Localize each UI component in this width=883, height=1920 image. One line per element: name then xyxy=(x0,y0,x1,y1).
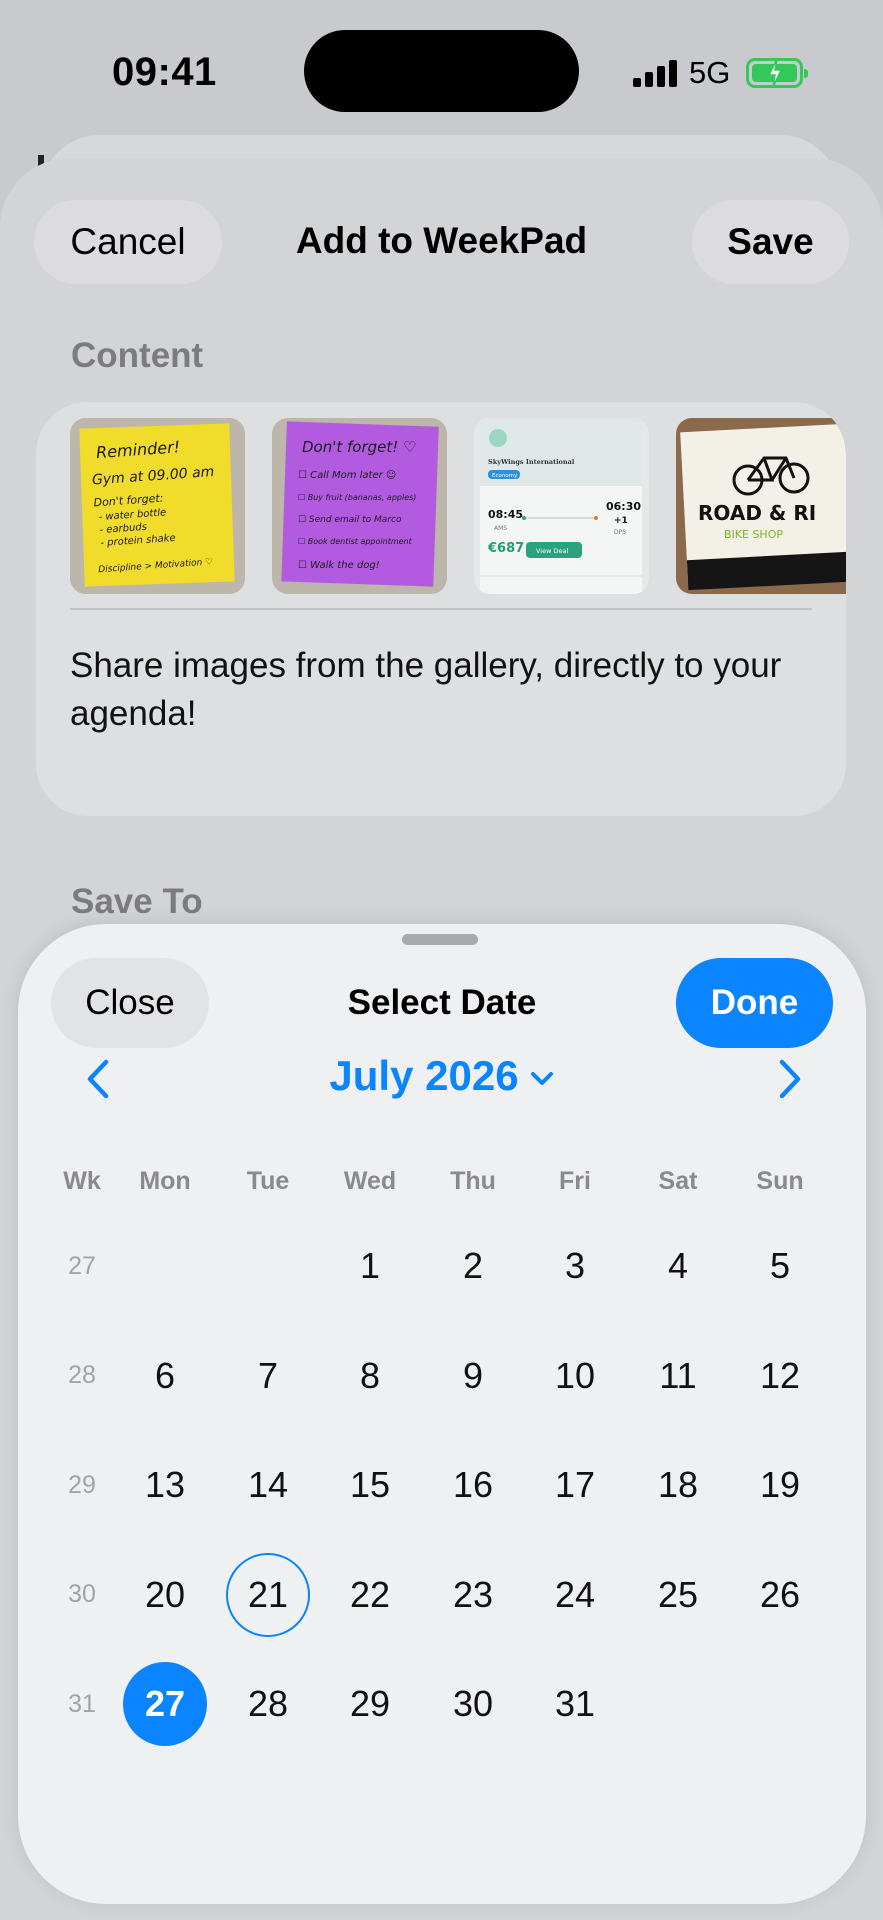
day-cell[interactable]: 11 xyxy=(636,1334,720,1418)
day-cell[interactable]: 4 xyxy=(636,1224,720,1308)
weekday-label: Sat xyxy=(658,1167,698,1195)
done-button[interactable]: Done xyxy=(676,958,833,1048)
status-bar: 09:41 5G xyxy=(0,0,883,140)
day-cell[interactable]: 31 xyxy=(533,1662,617,1746)
day-cell[interactable]: 17 xyxy=(533,1443,617,1527)
arrival-code: DPS xyxy=(614,529,626,536)
day-cell[interactable]: 28 xyxy=(226,1662,310,1746)
weekday-label: Mon xyxy=(139,1167,191,1195)
weekday-label: Sun xyxy=(756,1167,804,1195)
week-number: 31 xyxy=(68,1689,96,1718)
sheet-grabber[interactable] xyxy=(402,934,478,945)
week-number: 28 xyxy=(68,1361,96,1389)
day-cell[interactable]: 3 xyxy=(533,1224,617,1308)
thumbnail-yellow-note[interactable]: Reminder! Gym at 09.00 am Don't forget: … xyxy=(70,418,245,594)
save-button[interactable]: Save xyxy=(692,200,849,284)
view-deal-button: View Deal xyxy=(536,547,568,555)
day-cell[interactable]: 29 xyxy=(328,1662,412,1746)
note-line: ☐ Send email to Marco xyxy=(298,515,402,525)
day-cell[interactable]: 26 xyxy=(738,1553,822,1637)
fare-class: Economy xyxy=(492,473,518,479)
ticket-price: €687 xyxy=(487,541,524,556)
day-cell[interactable]: 14 xyxy=(226,1443,310,1527)
day-cell[interactable]: 19 xyxy=(738,1443,822,1527)
week-number: 29 xyxy=(68,1470,96,1499)
day-cell[interactable]: 13 xyxy=(123,1443,207,1527)
note-line: ☐ Book dentist appointment xyxy=(298,537,413,546)
month-selector[interactable]: July 2026 xyxy=(18,1052,866,1100)
thumbnail-purple-note[interactable]: Don't forget! ♡ ☐ Call Mom later ☺ ☐ Buy… xyxy=(272,418,447,594)
month-label[interactable]: July 2026 xyxy=(329,1052,518,1100)
content-divider xyxy=(70,608,812,610)
note-line: ☐ Walk the dog! xyxy=(298,560,380,571)
content-card: Reminder! Gym at 09.00 am Don't forget: … xyxy=(36,402,846,816)
day-cell[interactable]: 1 xyxy=(328,1224,412,1308)
day-cell[interactable]: 15 xyxy=(328,1443,412,1527)
content-description: Share images from the gallery, directly … xyxy=(70,646,782,733)
arrival-plus: +1 xyxy=(614,516,628,526)
week-number: 27 xyxy=(68,1251,96,1280)
thumbnail-bike-shop-card[interactable]: ROAD & RI BIKE SHOP xyxy=(676,418,846,594)
status-time: 09:41 xyxy=(112,50,217,94)
weekday-label: Wed xyxy=(343,1167,397,1195)
day-cell[interactable]: 30 xyxy=(431,1662,515,1746)
shop-subtitle: BIKE SHOP xyxy=(724,528,783,541)
day-cell[interactable]: 24 xyxy=(533,1553,617,1637)
week-number: 30 xyxy=(68,1580,96,1608)
weekday-header: Wk Mon Tue Wed Thu Fri Sat Sun xyxy=(18,1167,866,1207)
battery-charging-icon xyxy=(746,58,808,88)
note-line: Don't forget! ♡ xyxy=(302,438,417,456)
day-cell[interactable]: 20 xyxy=(123,1553,207,1637)
day-cell[interactable]: 12 xyxy=(738,1334,822,1418)
weekday-label: Tue xyxy=(246,1167,290,1195)
day-cell[interactable]: 2 xyxy=(431,1224,515,1308)
day-cell[interactable]: 16 xyxy=(431,1443,515,1527)
shop-title: ROAD & RI xyxy=(698,501,816,525)
day-cell[interactable]: 10 xyxy=(533,1334,617,1418)
day-cell-today[interactable]: 21 xyxy=(226,1552,310,1637)
thumbnail-flight-ticket[interactable]: SkyWings International Economy 08:45 AMS… xyxy=(474,418,649,594)
day-cell[interactable]: 6 xyxy=(123,1334,207,1418)
note-line: ☐ Buy fruit (bananas, apples) xyxy=(298,493,416,502)
content-section-label: Content xyxy=(71,336,204,375)
arrival-time: 06:30 xyxy=(606,500,641,513)
dynamic-island xyxy=(304,30,579,112)
save-to-section-label: Save To xyxy=(71,882,203,921)
airline-name: SkyWings International xyxy=(488,458,575,466)
day-cell[interactable]: 22 xyxy=(328,1553,412,1637)
departure-code: AMS xyxy=(494,525,507,532)
day-cell[interactable]: 9 xyxy=(431,1334,515,1418)
day-cell[interactable]: 7 xyxy=(226,1334,310,1418)
day-cell[interactable]: 5 xyxy=(738,1224,822,1308)
weekday-label: Thu xyxy=(450,1167,496,1195)
chevron-right-icon[interactable] xyxy=(770,1054,810,1104)
departure-time: 08:45 xyxy=(488,508,523,521)
date-picker-sheet: Close Select Date Done July 2026 Wk Mon … xyxy=(18,924,866,1904)
signal-icon xyxy=(633,60,678,87)
day-cell[interactable]: 18 xyxy=(636,1443,720,1527)
network-label: 5G xyxy=(689,55,731,90)
weekday-label: Fri xyxy=(559,1167,591,1195)
day-cell[interactable]: 25 xyxy=(636,1553,720,1637)
day-cell[interactable]: 8 xyxy=(328,1334,412,1418)
weekday-label: Wk xyxy=(63,1167,101,1195)
note-line: ☐ Call Mom later ☺ xyxy=(298,470,396,481)
chevron-down-icon xyxy=(530,1072,553,1085)
day-cell[interactable]: 23 xyxy=(431,1553,515,1637)
day-cell-selected[interactable]: 27 xyxy=(123,1662,207,1746)
